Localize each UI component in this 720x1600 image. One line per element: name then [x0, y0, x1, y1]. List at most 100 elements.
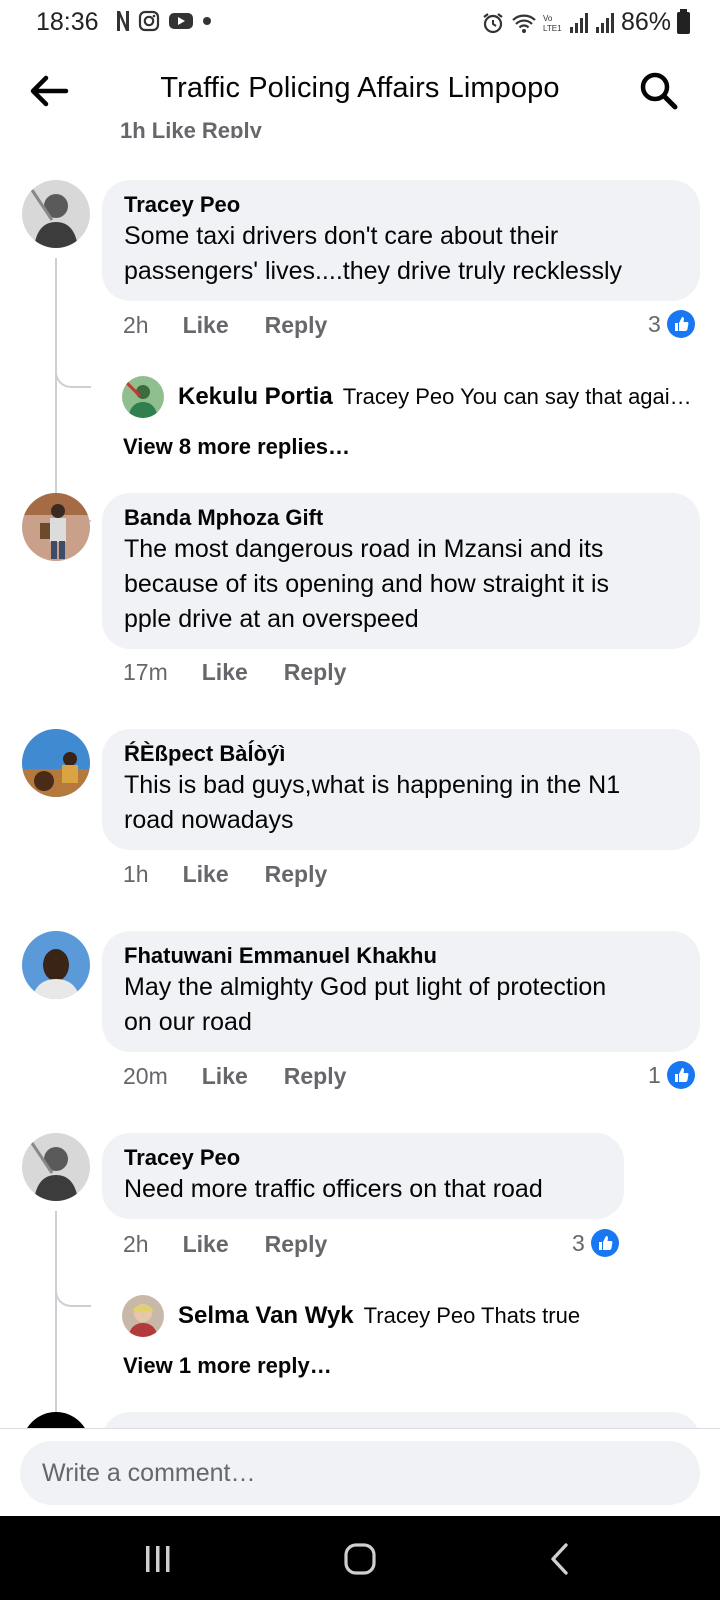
netflix-icon: [117, 11, 129, 31]
comment-text: Need more traffic officers on that road: [124, 1175, 543, 1203]
view-more-replies[interactable]: View 8 more replies…: [123, 434, 350, 460]
avatar-image: [22, 180, 90, 248]
signal-icon: [569, 12, 588, 33]
partial-comment-actions: 1h Like Reply: [120, 118, 262, 138]
back-nav-icon: [551, 1543, 568, 1575]
like-button[interactable]: Like: [183, 1231, 229, 1258]
thread-line: [55, 258, 91, 522]
reaction-count[interactable]: 1: [648, 1061, 695, 1089]
status-icons-right: Vo LTE1 86%: [481, 8, 690, 37]
svg-text:LTE1: LTE1: [543, 24, 562, 33]
reply-button[interactable]: Reply: [284, 1063, 347, 1090]
comment-text: pple drive at an overspeed: [124, 605, 419, 633]
comment-actions: 20m Like Reply: [123, 1063, 346, 1090]
comment-author[interactable]: Tracey Peo: [124, 1144, 602, 1172]
like-button[interactable]: Like: [183, 312, 229, 339]
wifi-icon: [512, 14, 536, 33]
search-icon: [640, 72, 678, 110]
svg-text:Vo: Vo: [543, 14, 553, 23]
comment-text: The most dangerous road in Mzansi and it…: [124, 535, 604, 563]
reaction-count[interactable]: 3: [572, 1229, 619, 1257]
reply-preview[interactable]: Kekulu Portia Tracey Peo You can say tha…: [122, 376, 692, 418]
reply-button[interactable]: Reply: [284, 659, 347, 686]
comment-author[interactable]: Tracey Peo: [124, 191, 678, 219]
reply-author[interactable]: Kekulu Portia: [178, 383, 333, 411]
reaction-number: 3: [572, 1229, 585, 1256]
recent-apps-icon: [146, 1546, 170, 1572]
thumbs-up-icon: [666, 310, 695, 338]
comment-text: This is bad guys,what is happening in th…: [124, 771, 621, 799]
comment-time: 1h: [123, 861, 149, 887]
comment-input[interactable]: [20, 1441, 700, 1505]
battery-icon: [677, 8, 690, 34]
reply-button[interactable]: Reply: [265, 1231, 328, 1258]
avatar[interactable]: [22, 931, 90, 999]
comment-time: 20m: [123, 1063, 168, 1089]
signal-icon: [595, 12, 614, 33]
comment-text: road nowadays: [124, 806, 294, 834]
comment-author[interactable]: Fhatuwani Emmanuel Khakhu: [124, 942, 678, 970]
comment-bubble[interactable]: Banda Mphoza Gift The most dangerous roa…: [102, 493, 700, 649]
comment-actions: 1h Like Reply: [123, 861, 327, 888]
reply-preview[interactable]: Selma Van Wyk Tracey Peo Thats true: [122, 1295, 580, 1337]
reply-button[interactable]: Reply: [265, 312, 328, 339]
avatar[interactable]: [22, 1133, 90, 1201]
avatar-image: [22, 493, 90, 561]
nav-bar: [0, 1516, 720, 1600]
comment-text: May the almighty God put light of protec…: [124, 973, 607, 1001]
status-icons-left: [116, 10, 212, 32]
avatar[interactable]: [22, 729, 90, 797]
back-nav-button[interactable]: [530, 1536, 590, 1582]
reaction-number: 1: [648, 1061, 661, 1088]
home-button[interactable]: [330, 1536, 390, 1582]
comment-author[interactable]: Banda Mphoza Gift: [124, 504, 678, 532]
comment-actions: 17m Like Reply: [123, 659, 346, 686]
recent-apps-button[interactable]: [128, 1536, 188, 1582]
reaction-count[interactable]: 3: [648, 310, 695, 338]
volte-icon: VoLTE1: [543, 14, 562, 33]
avatar-image: [22, 729, 90, 797]
comment-bubble[interactable]: Tracey Peo Need more traffic officers on…: [102, 1133, 624, 1219]
like-button[interactable]: Like: [202, 1063, 248, 1090]
thumbs-up-icon: [590, 1229, 619, 1257]
comment-text: passengers' lives....they drive truly re…: [124, 257, 623, 285]
comment-composer: [0, 1428, 720, 1516]
avatar-image: [22, 1133, 90, 1201]
reply-button[interactable]: Reply: [265, 861, 328, 888]
comment-text: because of its opening and how straight …: [124, 570, 610, 598]
avatar-image: [22, 931, 90, 999]
youtube-icon: [169, 13, 193, 29]
dot-icon: [203, 17, 211, 25]
comment-time: 17m: [123, 659, 168, 685]
reply-avatar: [122, 1295, 164, 1337]
like-button[interactable]: Like: [183, 861, 229, 888]
comment-text: Some taxi drivers don't care about their: [124, 222, 559, 250]
like-button[interactable]: Like: [202, 659, 248, 686]
comment-bubble[interactable]: Fhatuwani Emmanuel Khakhu May the almigh…: [102, 931, 700, 1052]
reply-text: Tracey Peo You can say that agai…: [342, 384, 692, 409]
thumbs-up-icon: [666, 1061, 695, 1089]
reply-author[interactable]: Selma Van Wyk: [178, 1302, 354, 1330]
status-bar: 18:36 Vo LTE1 86%: [0, 0, 720, 46]
reply-text: Tracey Peo Thats true: [363, 1303, 581, 1328]
comment-text: on our road: [124, 1008, 252, 1036]
avatar[interactable]: [22, 180, 90, 248]
comment-bubble[interactable]: ŔÈßpect Bàĺòýì This is bad guys,what is …: [102, 729, 700, 850]
home-icon: [344, 1543, 376, 1575]
comment-author[interactable]: ŔÈßpect Bàĺòýì: [124, 740, 678, 768]
comment-actions: 2h Like Reply: [123, 1231, 327, 1258]
search-button[interactable]: [636, 68, 682, 114]
page-title: Traffic Policing Affairs Limpopo: [160, 72, 560, 104]
battery-percent: 86%: [620, 8, 671, 36]
app-header: Traffic Policing Affairs Limpopo: [0, 46, 720, 134]
comment-time: 2h: [123, 312, 149, 338]
view-more-replies[interactable]: View 1 more reply…: [123, 1353, 332, 1379]
comment-actions: 2h Like Reply: [123, 312, 327, 339]
comment-bubble[interactable]: Tracey Peo Some taxi drivers don't care …: [102, 180, 700, 301]
avatar[interactable]: [22, 493, 90, 561]
alarm-icon: [483, 12, 503, 33]
thread-line: [55, 1211, 91, 1441]
reply-avatar: [122, 376, 164, 418]
reaction-number: 3: [648, 310, 661, 337]
comment-time: 2h: [123, 1231, 149, 1257]
